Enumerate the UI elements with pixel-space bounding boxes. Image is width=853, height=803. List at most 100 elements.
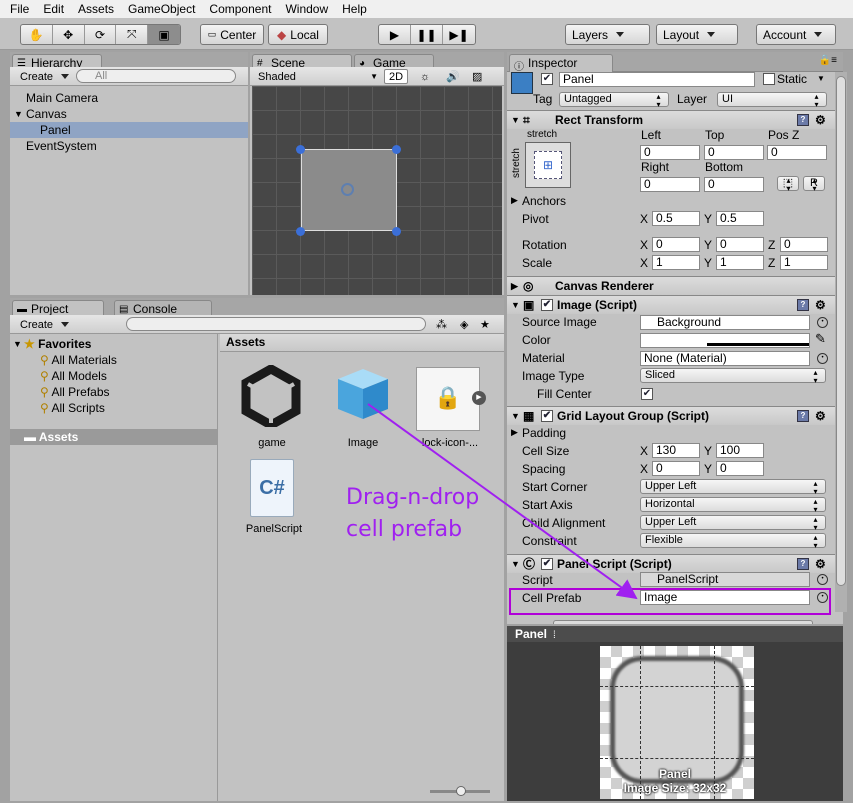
expand-triangle-icon[interactable]: ▼ (511, 111, 520, 129)
tab-inspector[interactable]: ⓘ Inspector (509, 54, 613, 73)
play-button[interactable]: ▶ (379, 25, 411, 44)
scale-tool-icon[interactable]: ⤧ (116, 25, 149, 44)
assets-folder-item[interactable]: ▬ Assets (10, 429, 217, 445)
hierarchy-item-panel[interactable]: Panel (10, 122, 248, 138)
panel-script-header[interactable]: ▼ Ⓒ ✔ Panel Script (Script)? ⚙ (507, 554, 843, 573)
spacing-x-field[interactable]: 0 (652, 461, 700, 476)
star-icon[interactable]: ★ (480, 317, 490, 332)
layer-dropdown[interactable]: UI (717, 92, 827, 108)
expand-triangle-icon[interactable]: ▼ (14, 106, 23, 122)
shading-mode-dropdown[interactable]: Shaded ▼ (258, 69, 378, 84)
step-button[interactable]: ▶❚ (443, 25, 475, 44)
menu-file[interactable]: File (10, 2, 29, 16)
menu-window[interactable]: Window (285, 2, 328, 16)
spacing-y-field[interactable]: 0 (716, 461, 764, 476)
start-corner-dropdown[interactable]: Upper Left (640, 479, 826, 495)
panel-script-enabled-checkbox[interactable]: ✔ (541, 558, 553, 570)
corner-handle-tr[interactable] (392, 145, 401, 154)
scale-z-field[interactable]: 1 (780, 255, 828, 270)
rect-tool-icon[interactable]: ▣ (148, 25, 180, 44)
pivot-center-button[interactable]: ▭ Center (200, 24, 264, 45)
corner-handle-tl[interactable] (296, 145, 305, 154)
project-search-input[interactable] (126, 317, 426, 331)
add-component-button[interactable] (553, 620, 813, 624)
material-field[interactable]: None (Material) (640, 351, 810, 366)
mode-2d-toggle[interactable]: 2D (384, 69, 408, 84)
grid-layout-header[interactable]: ▼ ▦ ✔ Grid Layout Group (Script)? ⚙ (507, 406, 843, 425)
object-picker-icon[interactable]: • (817, 353, 828, 364)
image-effects-icon[interactable]: ▨ (472, 69, 482, 84)
project-create-button[interactable]: Create (20, 317, 69, 332)
fav-all-materials[interactable]: ⚲ All Materials (10, 352, 217, 368)
fav-all-prefabs[interactable]: ⚲ All Prefabs (10, 384, 217, 400)
fav-all-scripts[interactable]: ⚲ All Scripts (10, 400, 217, 416)
pause-button[interactable]: ❚❚ (411, 25, 443, 44)
expand-triangle-icon[interactable]: ▼ (511, 407, 520, 425)
scale-x-field[interactable]: 1 (652, 255, 700, 270)
expand-triangle-icon[interactable]: ▼ (13, 336, 22, 352)
canvas-renderer-header[interactable]: ▶ ◎ Canvas Renderer (507, 276, 843, 295)
panel-rect-handle[interactable] (301, 149, 397, 231)
active-checkbox[interactable]: ✔ (541, 73, 553, 85)
fill-center-checkbox[interactable]: ✔ (641, 388, 653, 400)
source-image-field[interactable]: Background (640, 315, 810, 330)
anchor-presets-button[interactable]: ⊞ (525, 142, 571, 188)
help-book-icon[interactable]: ? (797, 114, 809, 126)
image-type-dropdown[interactable]: Sliced (640, 368, 826, 384)
play-preview-icon[interactable]: ▶ (472, 391, 486, 405)
pivot-local-button[interactable]: ◆ Local (268, 24, 328, 45)
menu-component[interactable]: Component (209, 2, 271, 16)
gear-icon[interactable]: ⚙ (815, 296, 826, 314)
help-book-icon[interactable]: ? (797, 299, 809, 311)
static-checkbox[interactable] (763, 73, 775, 85)
cell-size-x-field[interactable]: 130 (652, 443, 700, 458)
color-field[interactable] (640, 333, 810, 348)
menu-help[interactable]: Help (342, 2, 367, 16)
scrollbar-thumb[interactable] (836, 76, 846, 586)
layers-dropdown[interactable]: Layers (565, 24, 650, 45)
inspector-scrollbar[interactable] (835, 72, 847, 612)
zoom-slider[interactable] (430, 786, 490, 796)
expand-triangle-icon[interactable]: ▼ (511, 296, 520, 314)
zoom-slider-thumb[interactable] (456, 786, 466, 796)
expand-triangle-icon[interactable]: ▶ (511, 277, 518, 295)
audio-icon[interactable]: 🔊 (446, 69, 460, 84)
filter-type-icon[interactable]: ⁂ (436, 317, 447, 332)
menu-assets[interactable]: Assets (78, 2, 114, 16)
right-field[interactable]: 0 (640, 177, 700, 192)
gear-icon[interactable]: ⚙ (815, 111, 826, 129)
fav-all-models[interactable]: ⚲ All Models (10, 368, 217, 384)
hierarchy-search-input[interactable]: All (76, 69, 236, 83)
expand-triangle-icon[interactable]: ▶ (511, 427, 518, 438)
top-field[interactable]: 0 (704, 145, 764, 160)
bottom-field[interactable]: 0 (704, 177, 764, 192)
asset-image-prefab[interactable]: Image (328, 365, 398, 449)
constraint-dropdown[interactable]: Flexible (640, 533, 826, 549)
rotate-tool-icon[interactable]: ⟳ (85, 25, 117, 44)
expand-triangle-icon[interactable]: ▼ (511, 555, 520, 573)
menu-gameobject[interactable]: GameObject (128, 2, 195, 16)
sun-icon[interactable]: ☼ (420, 69, 430, 84)
rotation-y-field[interactable]: 0 (716, 237, 764, 252)
menu-edit[interactable]: Edit (43, 2, 64, 16)
drag-handle-icon[interactable]: ⁞ (553, 630, 556, 641)
start-axis-dropdown[interactable]: Horizontal (640, 497, 826, 513)
hierarchy-item-main-camera[interactable]: Main Camera (10, 90, 248, 106)
hierarchy-item-eventsystem[interactable]: EventSystem (10, 138, 248, 154)
object-picker-icon[interactable]: • (817, 317, 828, 328)
cell-size-y-field[interactable]: 100 (716, 443, 764, 458)
asset-lock-icon[interactable]: 🔒 ▶ lock-icon-... (416, 365, 492, 449)
chevron-down-icon[interactable]: ▼ (817, 74, 825, 83)
gear-icon[interactable]: ⚙ (815, 555, 826, 573)
rotation-z-field[interactable]: 0 (780, 237, 828, 252)
favorites-header[interactable]: ▼ ★ Favorites (10, 336, 217, 352)
corner-handle-br[interactable] (392, 227, 401, 236)
panel-menu-icon[interactable]: 🔒≡ (819, 55, 837, 66)
tag-dropdown[interactable]: Untagged (559, 92, 669, 108)
asset-panelscript[interactable]: C# PanelScript (234, 457, 304, 541)
gear-icon[interactable]: ⚙ (815, 407, 826, 425)
corner-handle-bl[interactable] (296, 227, 305, 236)
rect-transform-header[interactable]: ▼ ⌗ Rect Transform? ⚙ (507, 110, 843, 129)
expand-triangle-icon[interactable]: ▶ (511, 195, 518, 206)
image-enabled-checkbox[interactable]: ✔ (541, 299, 553, 311)
